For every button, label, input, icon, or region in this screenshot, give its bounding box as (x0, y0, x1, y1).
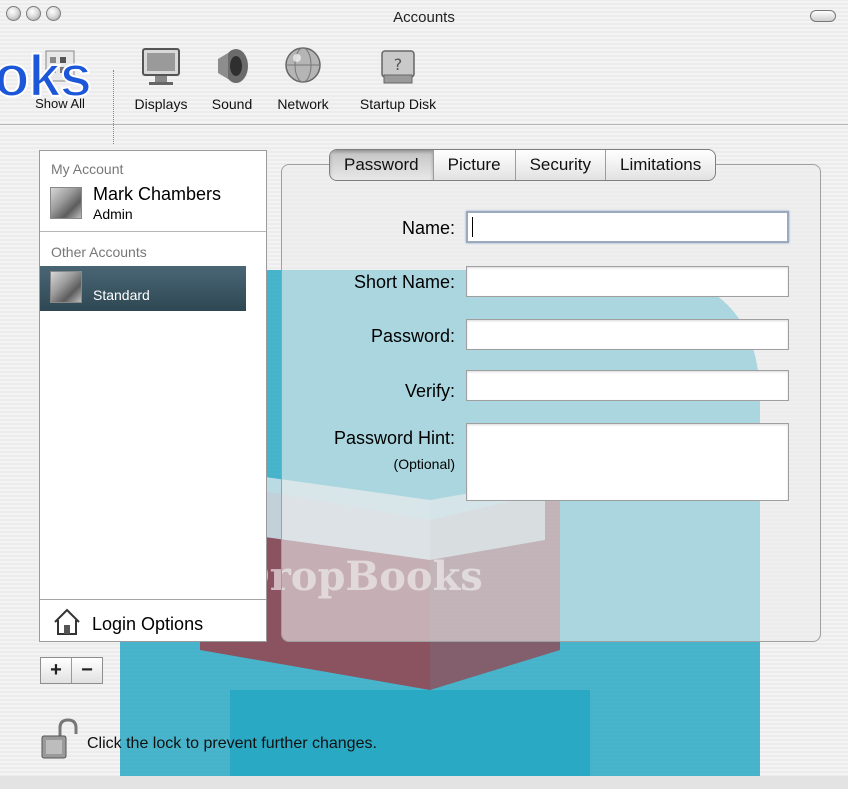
password-hint-label: Password Hint: (333, 428, 455, 448)
toolbar-divider (0, 124, 848, 125)
list-item-selected-account[interactable]: Standard (40, 266, 246, 311)
window-title: Accounts (393, 9, 455, 26)
my-account-label: My Account (51, 161, 124, 177)
toolbar-item-label: Displays (134, 96, 188, 112)
toolbar-toggle-button[interactable] (810, 10, 836, 22)
optional-label: (Optional) (393, 456, 455, 472)
lock-open-icon[interactable] (40, 718, 80, 760)
password-hint-field[interactable] (466, 423, 789, 501)
account-role: Admin (93, 206, 133, 222)
sound-icon (218, 49, 248, 83)
divider (40, 231, 266, 232)
toolbar-item-label: Network (277, 96, 329, 112)
watermark-text: oks (0, 44, 93, 109)
lock-message: Click the lock to prevent further change… (87, 735, 377, 752)
short-name-label: Short Name: (353, 272, 455, 292)
toolbar-item-network[interactable]: Network (268, 45, 338, 112)
add-account-button[interactable]: + (41, 658, 71, 683)
other-accounts-label: Other Accounts (51, 244, 147, 260)
tab-password[interactable]: Password (330, 150, 433, 180)
accounts-window: DropBooks Accounts Show All Displays (0, 0, 848, 789)
tab-picture[interactable]: Picture (432, 150, 515, 180)
password-label: Password: (370, 326, 455, 346)
account-add-remove-buttons: + − (40, 657, 103, 684)
svg-text:?: ? (394, 55, 403, 74)
text-caret (472, 217, 473, 237)
accounts-list: My Account Mark Chambers Admin Other Acc… (39, 150, 267, 642)
verify-field[interactable] (466, 370, 789, 401)
displays-icon (142, 48, 180, 85)
account-name: Mark Chambers (93, 184, 222, 204)
login-options-label: Login Options (92, 614, 204, 634)
short-name-field[interactable] (466, 266, 789, 297)
tab-limitations[interactable]: Limitations (604, 150, 715, 180)
avatar (50, 271, 82, 303)
toolbar-separator (113, 70, 114, 144)
login-options-button[interactable]: Login Options (40, 599, 266, 642)
tab-security[interactable]: Security (514, 150, 605, 180)
name-field[interactable] (466, 211, 789, 243)
remove-account-button[interactable]: − (71, 658, 102, 683)
toolbar-item-sound[interactable]: Sound (206, 45, 258, 112)
password-field[interactable] (466, 319, 789, 350)
toolbar-item-label: Sound (211, 96, 253, 112)
house-icon (54, 608, 80, 635)
name-label: Name: (401, 218, 455, 238)
toolbar: Show All Displays Sound Network ? Startu… (0, 30, 848, 144)
window-bottom-edge (0, 776, 848, 789)
toolbar-item-startup-disk[interactable]: ? Startup Disk (350, 45, 446, 112)
account-role: Standard (93, 287, 150, 303)
startup-disk-icon: ? (381, 50, 415, 84)
toolbar-item-label: Startup Disk (359, 96, 437, 112)
network-icon (285, 47, 321, 83)
avatar (50, 187, 82, 219)
toolbar-item-displays[interactable]: Displays (128, 45, 194, 112)
verify-label: Verify: (404, 381, 455, 401)
tab-bar: Password Picture Security Limitations (329, 149, 717, 181)
